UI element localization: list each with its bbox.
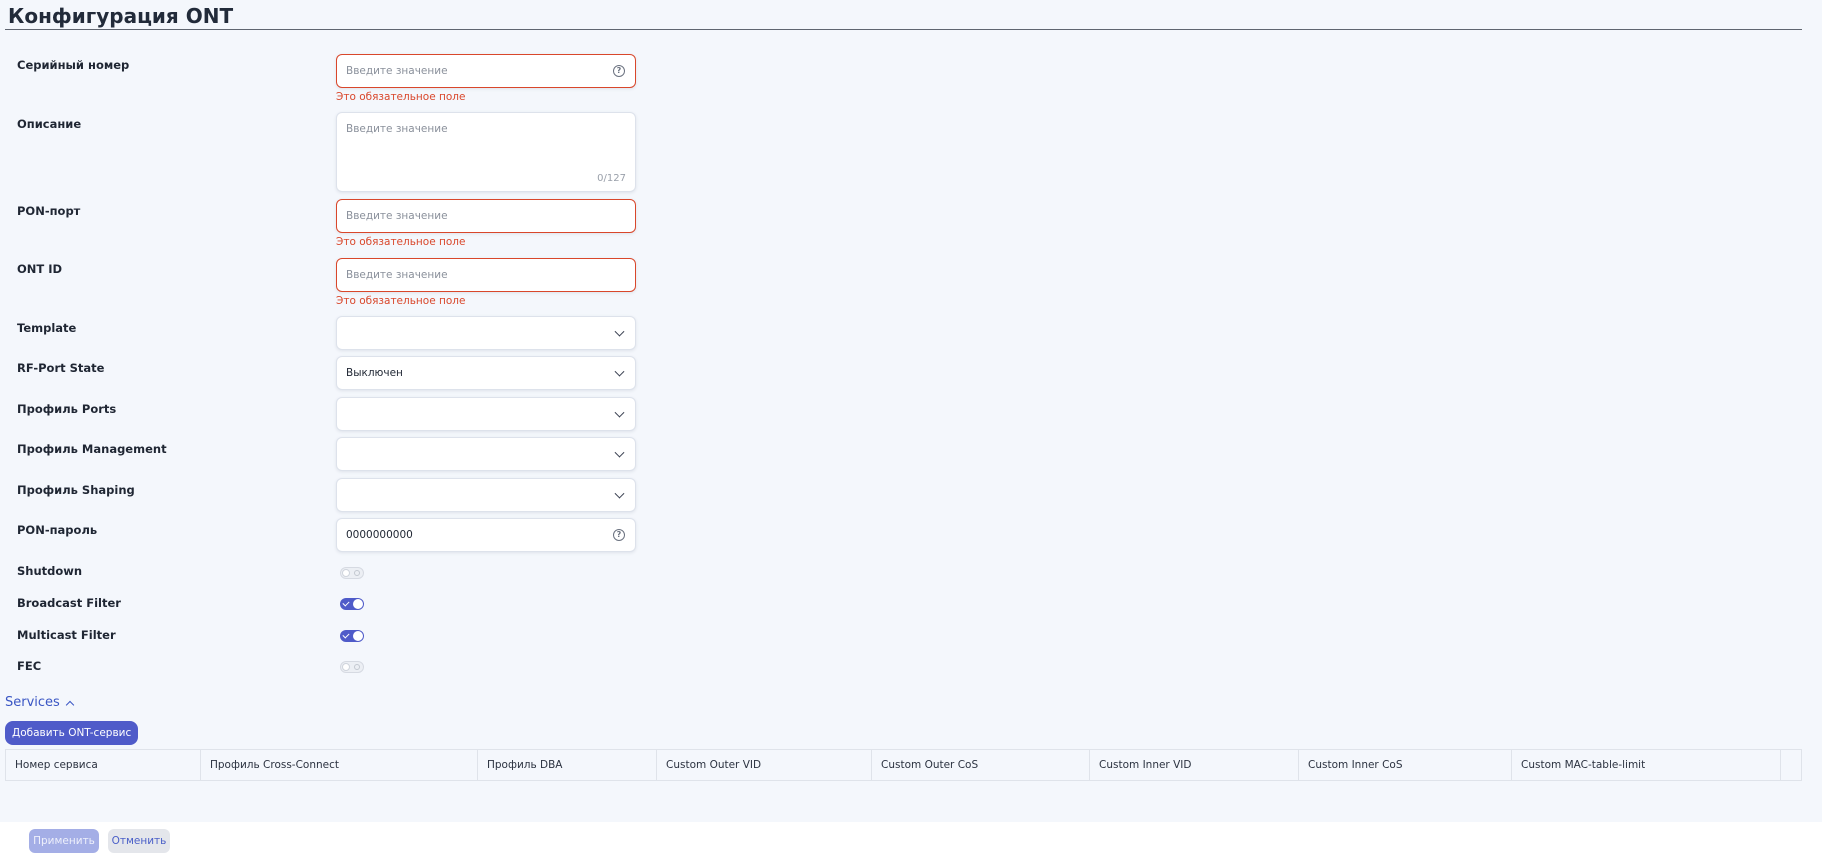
profile-management-label: Профиль Management — [17, 442, 167, 456]
column-header[interactable]: Профиль DBA — [478, 750, 657, 780]
shutdown-toggle[interactable] — [340, 567, 364, 579]
services-table: Номер сервиса Профиль Cross-Connect Проф… — [5, 749, 1802, 781]
chevron-down-icon — [614, 326, 625, 337]
services-title: Services — [5, 695, 60, 710]
rf-port-state-label: RF-Port State — [17, 361, 105, 375]
apply-button[interactable]: Применить — [29, 829, 99, 853]
template-label: Template — [17, 321, 77, 335]
serial-error: Это обязательное поле — [336, 91, 466, 103]
serial-input[interactable]: Введите значение ? — [336, 54, 636, 88]
rf-port-state-select[interactable]: Выключен — [336, 356, 636, 390]
ont-id-label: ONT ID — [17, 262, 63, 276]
multicast-filter-toggle[interactable] — [340, 630, 364, 642]
column-header[interactable]: Custom Inner CoS — [1299, 750, 1512, 780]
description-label: Описание — [17, 117, 82, 131]
broadcast-filter-toggle[interactable] — [340, 598, 364, 610]
chevron-up-icon — [65, 700, 75, 709]
profile-shaping-label: Профиль Shaping — [17, 483, 135, 497]
ont-id-placeholder: Введите значение — [346, 269, 448, 281]
chevron-down-icon — [614, 366, 625, 377]
help-icon[interactable]: ? — [613, 65, 625, 77]
column-header — [1781, 750, 1801, 780]
rf-port-state-value: Выключен — [346, 367, 403, 379]
pon-port-label: PON-порт — [17, 204, 81, 218]
broadcast-filter-label: Broadcast Filter — [17, 596, 121, 610]
pon-port-placeholder: Введите значение — [346, 210, 448, 222]
chevron-down-icon — [614, 488, 625, 499]
pon-port-error: Это обязательное поле — [336, 236, 466, 248]
pon-password-input[interactable]: 0000000000 ? — [336, 518, 636, 552]
pon-password-label: PON-пароль — [17, 523, 98, 537]
shutdown-label: Shutdown — [17, 564, 83, 578]
column-header[interactable]: Custom Inner VID — [1090, 750, 1299, 780]
pon-password-value: 0000000000 — [346, 529, 413, 541]
multicast-filter-label: Multicast Filter — [17, 628, 116, 642]
help-icon[interactable]: ? — [613, 529, 625, 541]
pon-port-input[interactable]: Введите значение — [336, 199, 636, 233]
serial-label: Серийный номер — [17, 58, 130, 72]
chevron-down-icon — [614, 407, 625, 418]
add-ont-service-button[interactable]: Добавить ONT-сервис — [5, 721, 139, 745]
column-header[interactable]: Custom MAC-table-limit — [1512, 750, 1781, 780]
fec-toggle[interactable] — [340, 661, 364, 673]
description-placeholder: Введите значение — [346, 123, 448, 135]
description-textarea[interactable]: Введите значение 0/127 — [336, 112, 636, 192]
description-counter: 0/127 — [597, 173, 626, 184]
title-divider — [5, 29, 1802, 30]
check-icon — [342, 631, 350, 639]
check-icon — [342, 599, 350, 607]
serial-placeholder: Введите значение — [346, 65, 448, 77]
ont-id-input[interactable]: Введите значение — [336, 258, 636, 292]
footer-bar — [0, 822, 1822, 856]
page-title: Конфигурация ONT — [8, 4, 234, 28]
profile-management-select[interactable] — [336, 437, 636, 471]
services-section-toggle[interactable]: Services — [5, 695, 75, 710]
profile-ports-select[interactable] — [336, 397, 636, 431]
template-select[interactable] — [336, 316, 636, 350]
column-header[interactable]: Custom Outer VID — [657, 750, 872, 780]
ont-id-error: Это обязательное поле — [336, 295, 466, 307]
profile-ports-label: Профиль Ports — [17, 402, 117, 416]
cancel-button[interactable]: Отменить — [108, 829, 170, 853]
column-header[interactable]: Профиль Cross-Connect — [201, 750, 478, 780]
fec-label: FEC — [17, 659, 42, 673]
column-header[interactable]: Номер сервиса — [6, 750, 201, 780]
column-header[interactable]: Custom Outer CoS — [872, 750, 1090, 780]
profile-shaping-select[interactable] — [336, 478, 636, 512]
chevron-down-icon — [614, 447, 625, 458]
